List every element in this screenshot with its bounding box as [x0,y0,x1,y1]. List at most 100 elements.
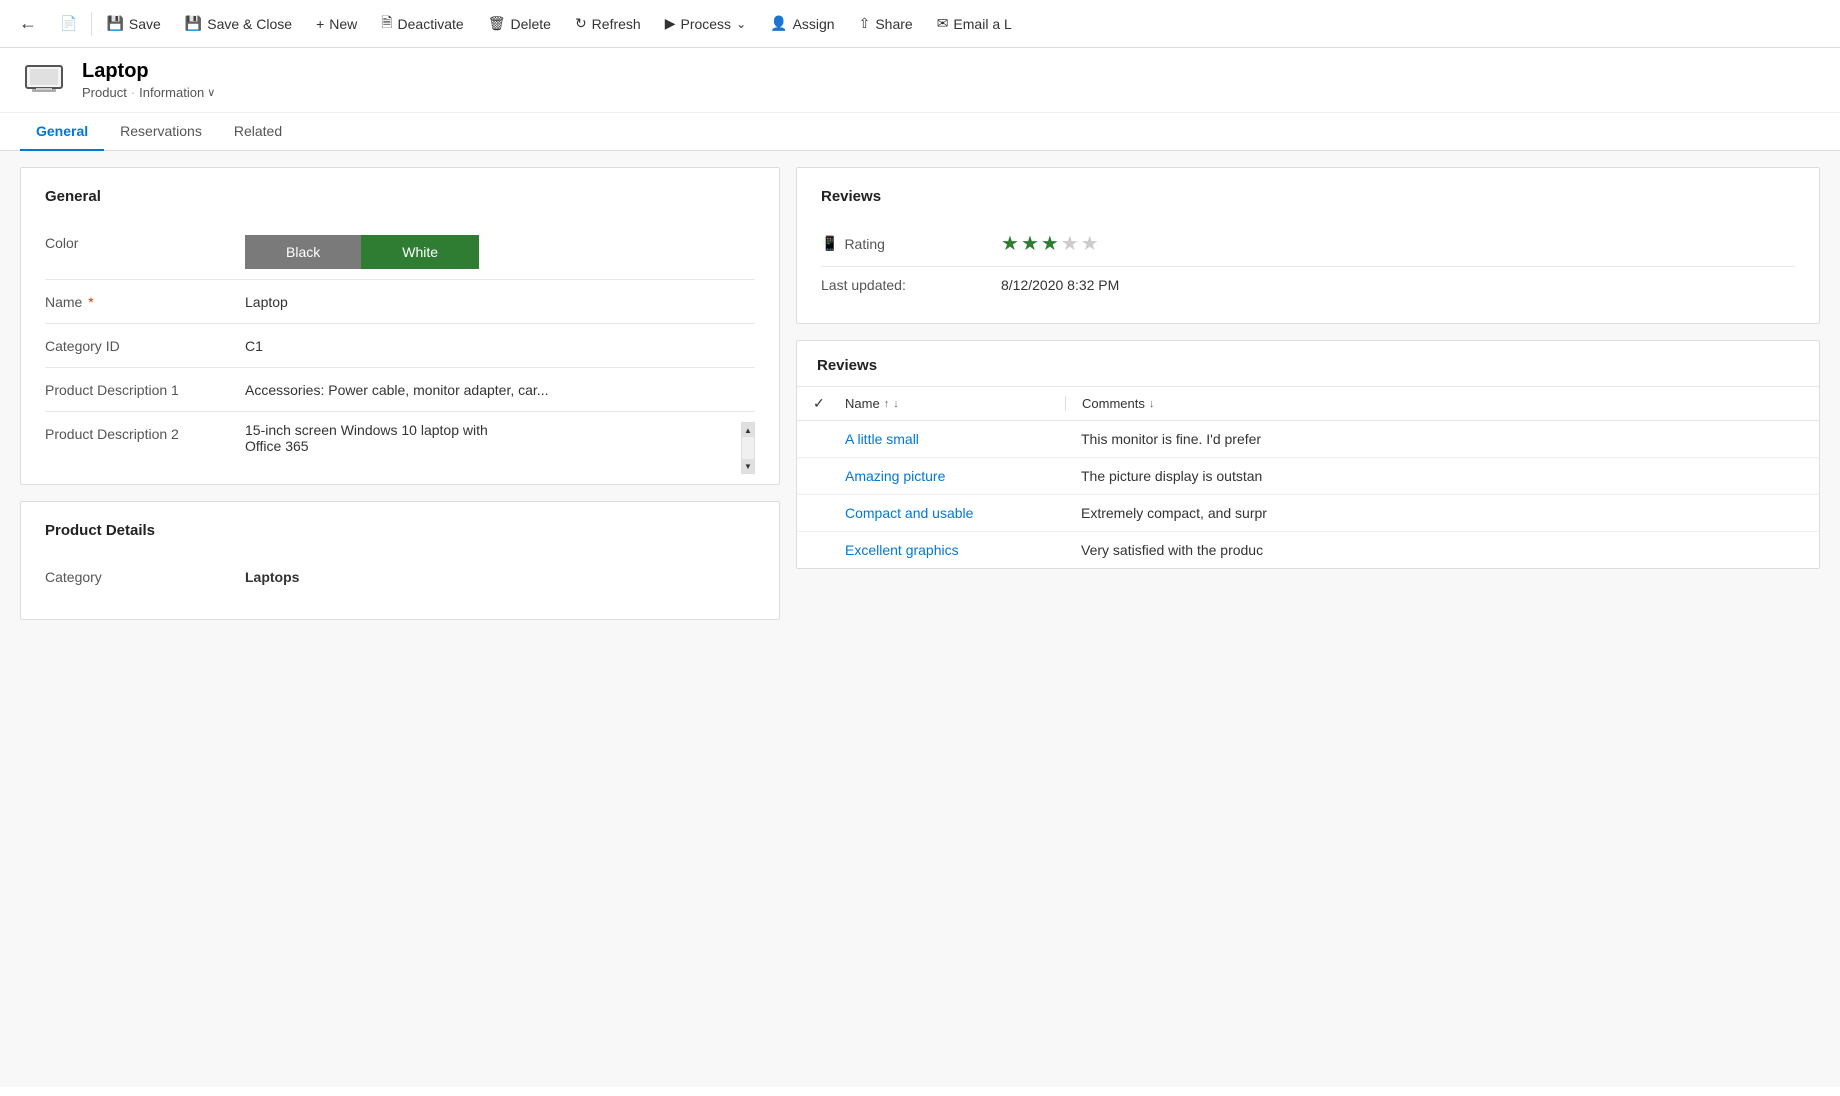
tab-related[interactable]: Related [218,113,298,151]
table-row: A little small This monitor is fine. I'd… [797,421,1819,458]
table-row: Amazing picture The picture display is o… [797,458,1819,495]
share-icon: ⇧ [859,15,871,32]
save-close-button[interactable]: 💾 Save & Close [173,0,304,47]
last-updated-row: Last updated: 8/12/2020 8:32 PM [821,267,1795,303]
tab-reservations[interactable]: Reservations [104,113,218,151]
doc-icon-button[interactable]: 📄 [48,0,89,47]
star-2: ★ [1021,231,1039,256]
category-value: Laptops [245,565,755,585]
refresh-label: Refresh [592,16,641,32]
color-toggle: Black White [245,235,755,269]
product-desc2-value-container: 15-inch screen Windows 10 laptop with Of… [245,422,755,454]
new-label: New [329,16,357,32]
save-close-label: Save & Close [207,16,292,32]
color-white-button[interactable]: White [361,235,479,269]
name-sort-desc-icon[interactable]: ↓ [893,398,899,410]
product-desc1-label: Product Description 1 [45,378,245,398]
star-4: ★ [1061,231,1079,256]
main-content: General Color Black White Name * Laptop [0,151,1840,1087]
row-name-4[interactable]: Excellent graphics [845,542,1065,558]
refresh-icon: ↻ [575,15,587,32]
doc-icon: 📄 [60,15,77,32]
product-desc2-line2: Office 365 [245,438,755,454]
color-label: Color [45,231,245,251]
scroll-down-arrow[interactable]: ▼ [741,459,755,473]
col-name-header: Name ↑ ↓ [845,396,1065,411]
name-label: Name * [45,290,245,310]
new-button[interactable]: + New [304,0,369,47]
delete-button[interactable]: 🗑 Delete [476,0,563,47]
color-field: Color Black White [45,221,755,280]
color-toggle-container: Black White [245,231,755,269]
refresh-button[interactable]: ↻ Refresh [563,0,653,47]
deactivate-button[interactable]: 🗎 Deactivate [369,0,475,47]
name-required-asterisk: * [88,294,93,310]
row-name-2[interactable]: Amazing picture [845,468,1065,484]
process-dropdown-icon: ⌄ [736,17,746,31]
share-button[interactable]: ⇧ Share [847,0,925,47]
deactivate-icon: 🗎 [381,12,392,36]
tab-general[interactable]: General [20,113,104,151]
delete-label: Delete [510,16,550,32]
process-icon: ▶ [665,15,676,32]
product-icon [20,60,68,100]
header-text: Laptop Product · Information ∨ [82,60,215,100]
tabs: General Reservations Related [0,113,1840,151]
delete-icon: 🗑 [488,15,506,32]
breadcrumb-separator: · [131,85,135,100]
email-label: Email a L [953,16,1011,32]
row-comment-1: This monitor is fine. I'd prefer [1065,431,1803,447]
category-id-label: Category ID [45,334,245,354]
table-check-header: ✓ [813,395,845,412]
name-sort-asc-icon[interactable]: ↑ [884,398,890,410]
email-button[interactable]: ✉ Email a L [925,0,1024,47]
tab-general-label: General [36,123,88,139]
toolbar: ← 📄 💾 Save 💾 Save & Close + New 🗎 Deacti… [0,0,1840,48]
left-column: General Color Black White Name * Laptop [20,167,780,1071]
scroll-up-arrow[interactable]: ▲ [741,423,755,437]
table-row: Compact and usable Extremely compact, an… [797,495,1819,532]
general-card-title: General [45,188,755,205]
product-desc2-scrollbar[interactable]: ▲ ▼ [741,422,755,474]
category-field: Category Laptops [45,555,755,599]
table-header: ✓ Name ↑ ↓ Comments ↓ [797,386,1819,421]
deactivate-label: Deactivate [398,16,464,32]
row-name-1[interactable]: A little small [845,431,1065,447]
product-details-card: Product Details Category Laptops [20,501,780,620]
header-check-icon: ✓ [813,395,825,411]
process-label: Process [680,16,731,32]
name-value: Laptop [245,290,755,310]
breadcrumb-product: Product [82,85,127,100]
back-icon: ← [19,13,37,34]
process-button[interactable]: ▶ Process ⌄ [653,0,758,47]
back-button[interactable]: ← [8,0,48,47]
category-id-value: C1 [245,334,755,354]
save-icon: 💾 [106,15,123,32]
star-1: ★ [1001,231,1019,256]
breadcrumb: Product · Information ∨ [82,85,215,100]
name-field: Name * Laptop [45,280,755,324]
save-label: Save [129,16,161,32]
col-comments-header: Comments ↓ [1065,396,1803,411]
col-comments-label: Comments [1082,396,1145,411]
category-id-field: Category ID C1 [45,324,755,368]
stars-display: ★ ★ ★ ★ ★ [1001,231,1795,256]
assign-button[interactable]: 👤 Assign [758,0,846,47]
tab-related-label: Related [234,123,282,139]
star-5: ★ [1081,231,1099,256]
row-name-3[interactable]: Compact and usable [845,505,1065,521]
star-3: ★ [1041,231,1059,256]
save-close-icon: 💾 [185,15,202,32]
right-column: Reviews 📱 Rating ★ ★ ★ ★ ★ [796,167,1820,1071]
rating-row: 📱 Rating ★ ★ ★ ★ ★ [821,221,1795,267]
share-label: Share [875,16,912,32]
rating-label-container: 📱 Rating [821,235,1001,252]
email-icon: ✉ [937,15,949,32]
toolbar-divider-1 [91,12,92,36]
row-comment-3: Extremely compact, and surpr [1065,505,1803,521]
breadcrumb-info-dropdown[interactable]: Information ∨ [139,85,215,100]
reviews-table-card: Reviews ✓ Name ↑ ↓ Comments ↓ A little [796,340,1820,569]
comments-sort-icon[interactable]: ↓ [1149,398,1155,410]
color-black-button[interactable]: Black [245,235,361,269]
save-button[interactable]: 💾 Save [94,0,172,47]
